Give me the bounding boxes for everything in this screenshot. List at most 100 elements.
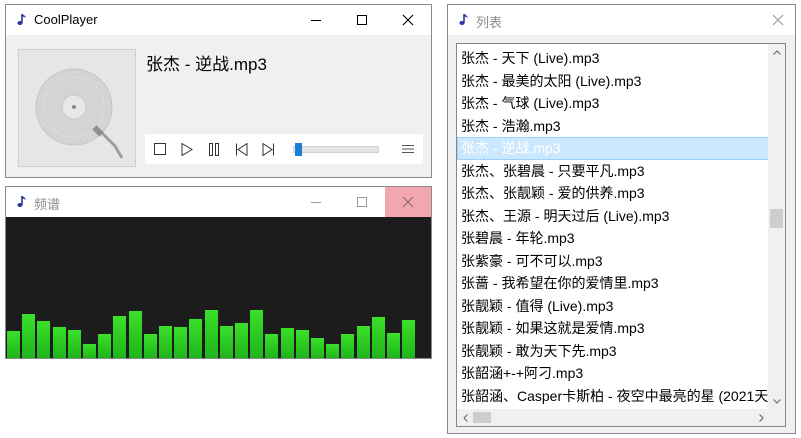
minimize-icon xyxy=(311,202,321,203)
playlist-item[interactable]: 张碧晨 - 年轮.mp3 xyxy=(457,227,770,250)
minimize-button[interactable] xyxy=(293,5,339,35)
spectrum-bar xyxy=(371,317,385,358)
playlist-item[interactable]: 张韶涵+-+阿刁.mp3 xyxy=(457,362,770,385)
minimize-icon xyxy=(311,20,321,21)
playlist-item[interactable]: 张韶涵、Casper卡斯柏 - 夜空中最亮的星 (2021天 xyxy=(457,385,770,408)
vertical-scrollbar[interactable] xyxy=(768,44,785,410)
hamburger-menu-icon xyxy=(402,145,414,153)
playlist-item[interactable]: 张靓颖 - 如果这就是爱情.mp3 xyxy=(457,317,770,340)
progress-slider-thumb[interactable] xyxy=(295,143,303,156)
playlist-rows: 张杰 - 天下 (Live).mp3 张杰 - 最美的太阳 (Live).mp3 张… xyxy=(457,47,770,407)
close-icon xyxy=(772,14,784,26)
playlist-item[interactable]: 张杰 - 气球 (Live).mp3 xyxy=(457,92,770,115)
chevron-down-icon xyxy=(772,399,781,404)
scroll-down-button[interactable] xyxy=(768,393,785,410)
spectrum-bar xyxy=(22,314,36,358)
spectrum-bar xyxy=(204,310,218,358)
window-title: 频谱 xyxy=(34,197,61,212)
music-note-icon xyxy=(17,14,26,25)
progress-track[interactable] xyxy=(293,146,379,153)
skip-next-icon xyxy=(262,142,274,156)
playlist-item[interactable]: 张杰 - 浩瀚.mp3 xyxy=(457,115,770,138)
playlist-item[interactable]: 张杰、张碧晨 - 只要平凡.mp3 xyxy=(457,160,770,183)
now-playing-title: 张杰 - 逆战.mp3 xyxy=(146,55,267,74)
music-note-icon xyxy=(17,196,26,207)
playlist-item[interactable]: 张紫豪 - 可不可以.mp3 xyxy=(457,250,770,273)
close-icon xyxy=(402,14,414,26)
spectrum-bar xyxy=(402,320,416,358)
player-window: CoolPlayer 张杰 - 逆战.mp3 xyxy=(5,4,432,178)
spectrum-bar xyxy=(265,334,279,358)
player-titlebar[interactable]: CoolPlayer xyxy=(6,5,431,35)
play-icon xyxy=(181,142,193,156)
playlist-item[interactable]: 张蔷 - 我希望在你的爱情里.mp3 xyxy=(457,272,770,295)
playlist-item[interactable]: 张靓颖 - 敢为天下先.mp3 xyxy=(457,340,770,363)
close-icon xyxy=(402,196,414,208)
playlist-window: 列表 张杰 - 天下 (Live).mp3 张杰 - 最美的太阳 (Live).m… xyxy=(447,4,796,434)
playback-controls xyxy=(145,134,423,164)
spectrum-bar xyxy=(250,310,264,358)
close-button[interactable] xyxy=(385,187,431,217)
spectrum-bar xyxy=(295,330,309,358)
vinyl-record-icon xyxy=(35,68,124,159)
spectrum-bar xyxy=(235,323,248,358)
spectrum-bar xyxy=(52,327,66,358)
pause-button[interactable] xyxy=(201,134,227,164)
horizontal-scroll-thumb[interactable] xyxy=(473,412,491,423)
chevron-up-icon xyxy=(772,50,781,55)
spectrum-bar xyxy=(143,334,157,358)
spectrum-bar xyxy=(37,321,51,358)
maximize-button[interactable] xyxy=(339,5,385,35)
spectrum-bar xyxy=(128,311,142,358)
spectrum-bar xyxy=(67,330,81,358)
spectrum-bar xyxy=(387,333,400,358)
close-button[interactable] xyxy=(385,5,431,35)
spectrum-window: 频谱 xyxy=(5,186,432,359)
spectrum-bar xyxy=(189,319,203,358)
playlist-item[interactable]: 张杰 - 最美的太阳 (Live).mp3 xyxy=(457,70,770,93)
vertical-scroll-thumb[interactable] xyxy=(770,209,783,228)
scroll-left-button[interactable] xyxy=(457,409,474,426)
maximize-icon xyxy=(357,15,367,25)
scrollbar-corner xyxy=(768,409,785,426)
spectrum-visualizer xyxy=(6,217,431,358)
previous-button[interactable] xyxy=(228,134,254,164)
maximize-button[interactable] xyxy=(339,187,385,217)
window-title: 列表 xyxy=(476,15,503,30)
spectrum-bar xyxy=(341,334,355,358)
spectrum-bar xyxy=(113,316,127,358)
playlist-titlebar[interactable]: 列表 xyxy=(448,5,795,35)
spectrum-bar xyxy=(356,326,370,358)
close-button[interactable] xyxy=(755,5,801,35)
spectrum-bar xyxy=(219,326,233,358)
spectrum-bar xyxy=(311,338,324,358)
spectrum-bar xyxy=(98,334,112,358)
album-art xyxy=(18,49,136,167)
music-note-icon xyxy=(459,14,468,25)
stop-icon xyxy=(154,143,166,155)
maximize-icon xyxy=(357,197,367,207)
spectrum-bar xyxy=(83,344,96,358)
horizontal-scrollbar[interactable] xyxy=(457,409,770,426)
spectrum-bar xyxy=(7,331,20,358)
playlist-item[interactable]: 张杰 - 天下 (Live).mp3 xyxy=(457,47,770,70)
playlist-item[interactable]: 张杰、王源 - 明天过后 (Live).mp3 xyxy=(457,205,770,228)
playlist-item[interactable]: 张靓颖 - 值得 (Live).mp3 xyxy=(457,295,770,318)
spectrum-bar xyxy=(280,328,294,358)
menu-button[interactable] xyxy=(395,134,421,164)
spectrum-titlebar[interactable]: 频谱 xyxy=(6,187,431,217)
minimize-button[interactable] xyxy=(293,187,339,217)
next-button[interactable] xyxy=(255,134,281,164)
play-button[interactable] xyxy=(174,134,200,164)
playlist-listbox[interactable]: 张杰 - 天下 (Live).mp3 张杰 - 最美的太阳 (Live).mp3 张… xyxy=(456,43,786,427)
spectrum-bar xyxy=(174,327,188,358)
playlist-item-selected[interactable]: 张杰 - 逆战.mp3 xyxy=(457,137,770,160)
skip-previous-icon xyxy=(235,142,247,156)
pause-icon xyxy=(209,142,219,156)
spectrum-bar xyxy=(159,326,172,358)
window-title: CoolPlayer xyxy=(34,12,98,27)
playlist-item[interactable]: 张杰、张靓颖 - 爱的供养.mp3 xyxy=(457,182,770,205)
chevron-right-icon xyxy=(759,413,764,422)
stop-button[interactable] xyxy=(147,134,173,164)
scroll-up-button[interactable] xyxy=(768,44,785,61)
